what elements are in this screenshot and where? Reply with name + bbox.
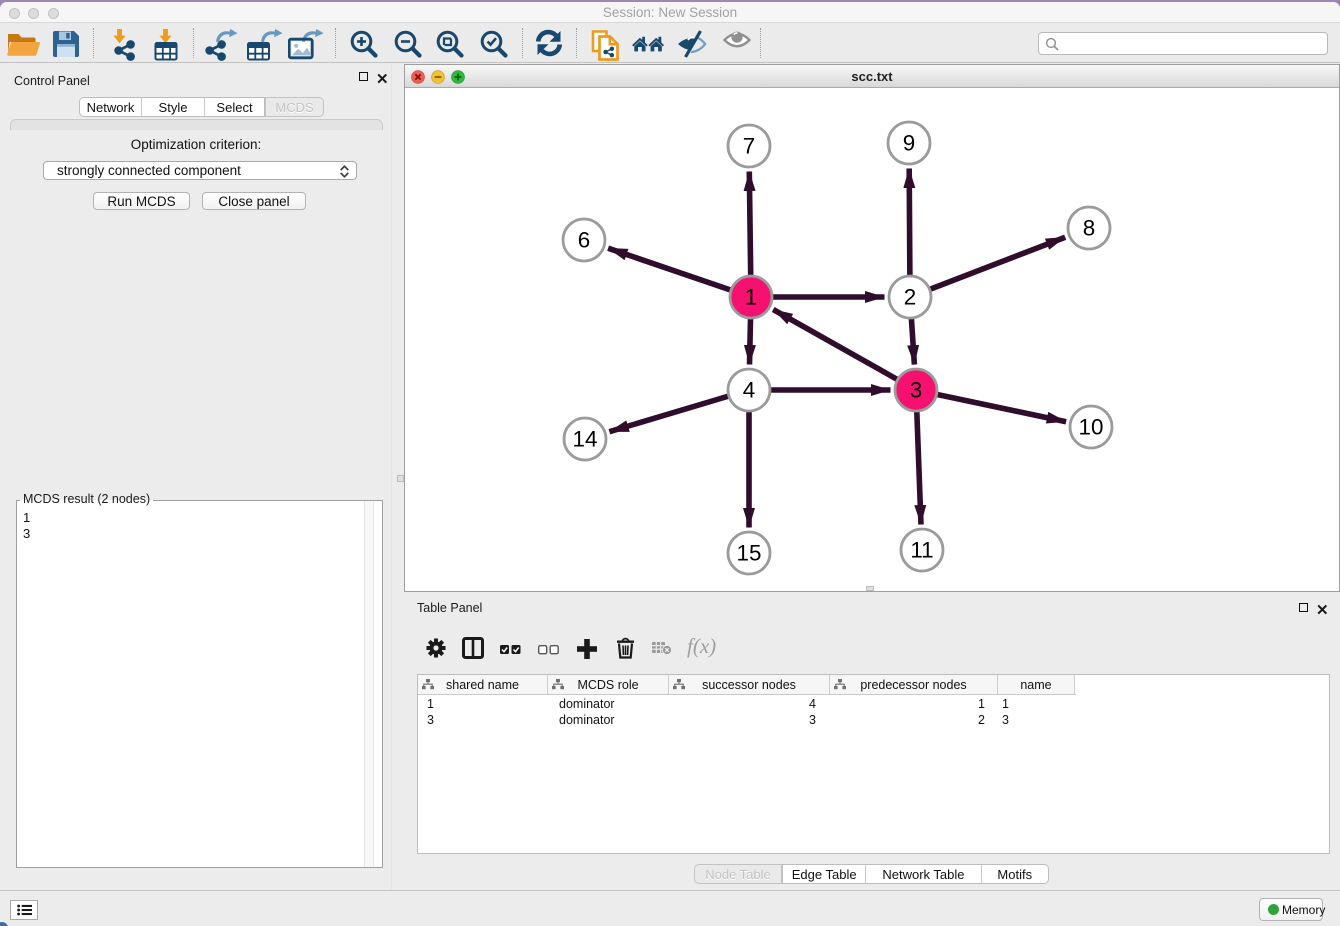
svg-text:2: 2: [904, 284, 916, 309]
svg-text:8: 8: [1083, 215, 1095, 240]
svg-text:1: 1: [745, 284, 757, 309]
svg-text:14: 14: [573, 426, 598, 451]
svg-text:4: 4: [743, 377, 755, 402]
svg-text:15: 15: [737, 540, 762, 565]
svg-text:3: 3: [910, 377, 922, 402]
svg-text:6: 6: [578, 227, 590, 252]
svg-text:9: 9: [903, 130, 915, 155]
svg-text:7: 7: [743, 133, 755, 158]
svg-text:10: 10: [1079, 414, 1104, 439]
svg-text:11: 11: [910, 537, 933, 562]
